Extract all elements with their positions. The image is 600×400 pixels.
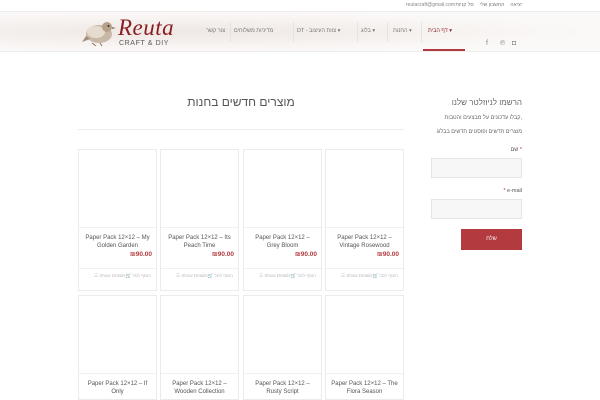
product-image[interactable] bbox=[326, 150, 403, 228]
product-name[interactable]: Paper Pack 12×12 – If Only bbox=[83, 380, 152, 396]
product-image[interactable] bbox=[79, 296, 156, 374]
facebook-icon[interactable]: f bbox=[486, 40, 488, 47]
product-card[interactable]: Paper Pack 12×12 – Vintage Rosewood ₪90.… bbox=[325, 149, 404, 291]
add-to-cart-label: הוסף לסל bbox=[132, 273, 151, 278]
cart-link[interactable]: סל קניות bbox=[455, 2, 473, 8]
product-actions: 🛒 הוסף לסל ☰ Show Details bbox=[161, 268, 238, 290]
product-price: ₪90.00 bbox=[376, 251, 399, 258]
product-image[interactable] bbox=[161, 296, 238, 374]
product-name[interactable]: Paper Pack 12×12 – Its Peach Time bbox=[165, 234, 234, 250]
cart-icon: 🛒 bbox=[207, 273, 214, 278]
nav-item-home[interactable]: דף הבית ▾ bbox=[428, 28, 452, 34]
product-name[interactable]: Paper Pack 12×12 – The Flora Season bbox=[330, 380, 399, 396]
nav-divider bbox=[357, 22, 358, 42]
nav-divider bbox=[230, 22, 231, 42]
logo-brand-text: Reuta bbox=[118, 15, 175, 40]
nav-divider bbox=[421, 22, 422, 42]
product-actions: 🛒 הוסף לסל ☰ Show Details bbox=[326, 268, 403, 290]
nav-item-shipping[interactable]: מדיניות משלוחים bbox=[234, 28, 273, 34]
name-field-label: שם * bbox=[431, 147, 522, 153]
my-account-link[interactable]: החשבון שלי bbox=[480, 2, 505, 8]
show-details-button[interactable]: ☰ Show Details bbox=[259, 273, 291, 278]
add-to-cart-label: הוסף לסל bbox=[379, 273, 398, 278]
details-icon: ☰ bbox=[176, 273, 181, 278]
required-mark: * bbox=[503, 188, 506, 194]
newsletter-description-line2: מוצרים חדשים ופוסטים חדשים בבלוג bbox=[436, 129, 522, 135]
required-mark: * bbox=[519, 147, 522, 153]
add-to-cart-button[interactable]: 🛒 הוסף לסל bbox=[373, 273, 399, 278]
show-details-button[interactable]: ☰ Show Details bbox=[341, 273, 373, 278]
nav-item-blog[interactable]: בלוג ▾ bbox=[361, 28, 375, 34]
show-details-button[interactable]: ☰ Show Details bbox=[176, 273, 208, 278]
newsletter-description-line1: קבלו עדכונים על מבצעים והטבות, bbox=[444, 115, 522, 121]
nav-item-shop[interactable]: החנות ▾ bbox=[393, 28, 412, 34]
details-icon: ☰ bbox=[341, 273, 346, 278]
contact-email[interactable]: reutacraft@gmail.com bbox=[406, 2, 455, 8]
account-links: סל קניות החשבון שלי יציאה bbox=[455, 2, 522, 8]
section-title: מוצרים חדשים בחנות bbox=[187, 95, 295, 109]
product-price: ₪90.00 bbox=[211, 251, 234, 258]
product-image[interactable] bbox=[244, 150, 321, 228]
product-card[interactable]: Paper Pack 12×12 – If Only bbox=[78, 295, 157, 400]
details-icon: ☰ bbox=[94, 273, 99, 278]
add-to-cart-label: הוסף לסל bbox=[214, 273, 233, 278]
nav-divider bbox=[293, 22, 294, 42]
add-to-cart-button[interactable]: 🛒 הוסף לסל bbox=[291, 273, 317, 278]
product-card[interactable]: Paper Pack 12×12 – Wooden Collection bbox=[160, 295, 239, 400]
main-nav: צור קשר מדיניות משלוחים DT - צוות העיצוב… bbox=[200, 12, 468, 52]
email-field-label: * e-mail bbox=[431, 188, 522, 194]
instagram-icon[interactable]: ◘ bbox=[512, 40, 516, 47]
nav-divider bbox=[387, 22, 388, 42]
nav-active-indicator bbox=[423, 49, 465, 51]
product-actions: 🛒 הוסף לסל ☰ Show Details bbox=[79, 268, 156, 290]
product-image[interactable] bbox=[244, 296, 321, 374]
product-image[interactable] bbox=[161, 150, 238, 228]
add-to-cart-button[interactable]: 🛒 הוסף לסל bbox=[126, 273, 152, 278]
add-to-cart-label: הוסף לסל bbox=[297, 273, 316, 278]
product-image[interactable] bbox=[79, 150, 156, 228]
details-icon: ☰ bbox=[259, 273, 264, 278]
product-name[interactable]: Paper Pack 12×12 – Vintage Rosewood bbox=[330, 234, 399, 250]
cart-icon: 🛒 bbox=[290, 273, 297, 278]
product-name[interactable]: Paper Pack 12×12 – Wooden Collection bbox=[165, 380, 234, 396]
nav-item-contact[interactable]: צור קשר bbox=[206, 28, 225, 34]
top-bar: reutacraft@gmail.com סל קניות החשבון שלי… bbox=[0, 0, 600, 12]
add-to-cart-button[interactable]: 🛒 הוסף לסל bbox=[208, 273, 234, 278]
site-logo[interactable]: Reuta CRAFT & DIY bbox=[82, 15, 192, 49]
logo-tagline: CRAFT & DIY bbox=[119, 40, 170, 47]
product-name[interactable]: Paper Pack 12×12 – Grey Bloom bbox=[248, 234, 317, 250]
email-field[interactable] bbox=[431, 199, 522, 219]
product-card[interactable]: Paper Pack 12×12 – Its Peach Time ₪90.00… bbox=[160, 149, 239, 291]
logout-link[interactable]: יציאה bbox=[510, 2, 522, 8]
show-details-label: Show Details bbox=[346, 273, 373, 278]
product-card[interactable]: Paper Pack 12×12 – My Golden Garden ₪90.… bbox=[78, 149, 157, 291]
show-details-label: Show Details bbox=[181, 273, 208, 278]
product-name[interactable]: Paper Pack 12×12 – Rusty Script bbox=[248, 380, 317, 396]
name-label-text: שם bbox=[510, 147, 519, 153]
product-price: ₪90.00 bbox=[294, 251, 317, 258]
nav-item-design-team[interactable]: DT - צוות העיצוב ▾ bbox=[297, 28, 340, 34]
cart-icon: 🛒 bbox=[372, 273, 379, 278]
show-details-button[interactable]: ☰ Show Details bbox=[94, 273, 126, 278]
newsletter-title: הרשמו לניוזלטר שלנו bbox=[451, 98, 522, 107]
product-card[interactable]: Paper Pack 12×12 – Rusty Script bbox=[243, 295, 322, 400]
product-card[interactable]: Paper Pack 12×12 – The Flora Season bbox=[325, 295, 404, 400]
cart-icon: 🛒 bbox=[125, 273, 132, 278]
product-image[interactable] bbox=[326, 296, 403, 374]
product-price: ₪90.00 bbox=[129, 251, 152, 258]
title-divider bbox=[78, 129, 404, 130]
product-actions: 🛒 הוסף לסל ☰ Show Details bbox=[244, 268, 321, 290]
bird-logo-icon bbox=[82, 22, 116, 46]
pinterest-icon[interactable]: ℗ bbox=[500, 40, 505, 47]
show-details-label: Show Details bbox=[99, 273, 126, 278]
product-card[interactable]: Paper Pack 12×12 – Grey Bloom ₪90.00 🛒 ה… bbox=[243, 149, 322, 291]
product-name[interactable]: Paper Pack 12×12 – My Golden Garden bbox=[83, 234, 152, 250]
email-label-text: e-mail bbox=[507, 188, 522, 194]
newsletter-submit-button[interactable]: שלח bbox=[461, 229, 522, 250]
name-field[interactable] bbox=[431, 158, 522, 178]
show-details-label: Show Details bbox=[264, 273, 291, 278]
